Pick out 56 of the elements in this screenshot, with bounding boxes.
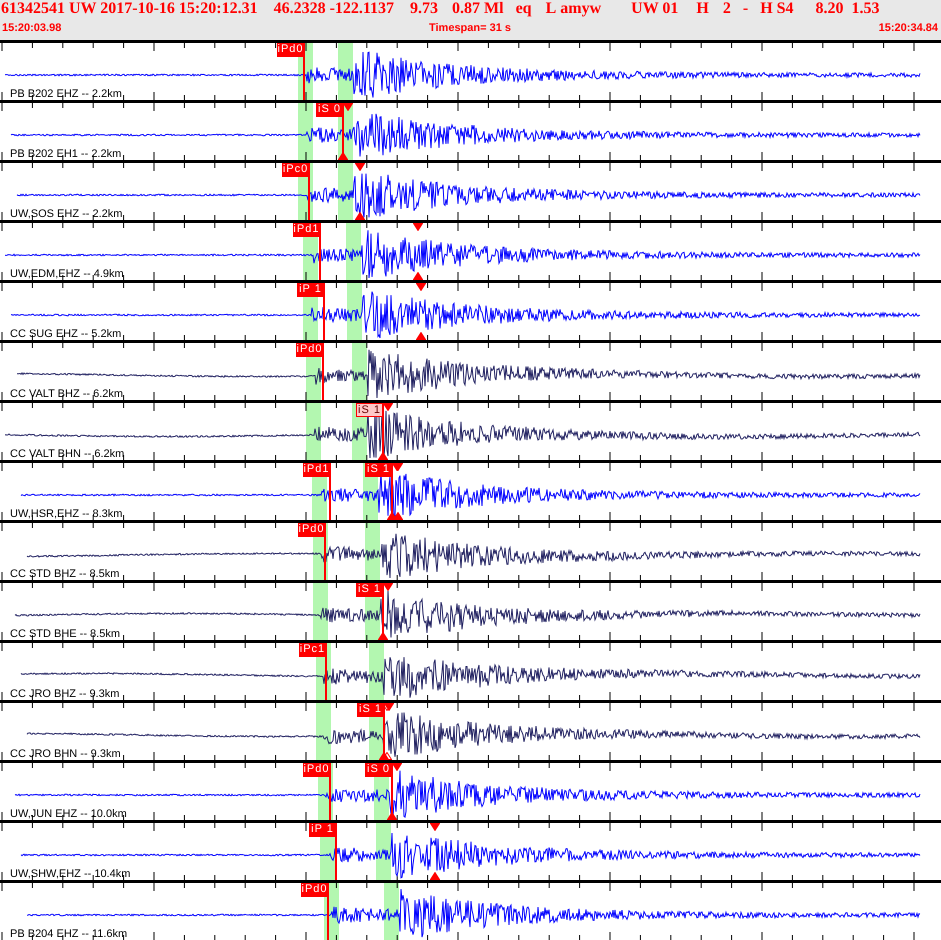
pick-flag[interactable]: iP 1 xyxy=(309,823,336,837)
start-time: 15:20:03.98 xyxy=(2,22,62,34)
timespan: Timespan= 31 s xyxy=(428,22,512,34)
down-triangle-icon xyxy=(382,403,393,411)
pick-flag[interactable]: iPd1 xyxy=(303,463,330,477)
pick-flag[interactable]: iPd0 xyxy=(277,43,304,57)
event-field: H xyxy=(696,0,709,18)
up-triangle-icon xyxy=(416,332,426,340)
pick-flag[interactable]: iPd0 xyxy=(298,523,326,537)
event-field: - xyxy=(742,0,748,18)
trace-label: CC VALT BHZ -- 6.2km xyxy=(10,388,124,400)
trace-label: UW,JUN EHZ -- 10.0km xyxy=(10,808,127,820)
down-triangle-icon xyxy=(392,763,402,771)
trace-label: CC SUG EHZ -- 5.2km xyxy=(10,328,122,340)
event-field: 61342541 UW 2017-10-16 15:20:12.31 xyxy=(1,0,258,18)
trace-label: PB B202 EHZ -- 2.2km xyxy=(10,88,122,100)
up-triangle-icon xyxy=(355,212,366,220)
trace-label: PB B202 EH1 -- 2.2km xyxy=(10,148,122,160)
event-field: H S4 xyxy=(760,0,794,18)
trace-label: PB B204 EHZ -- 11.6km xyxy=(10,928,128,940)
up-triangle-icon xyxy=(338,152,348,160)
trace-label: UW,SOS EHZ -- 2.2km xyxy=(10,208,122,220)
down-triangle-icon xyxy=(382,583,393,591)
pick-flag[interactable]: iPc1 xyxy=(298,643,326,657)
trace-label: CC JRO BHZ -- 9.3km xyxy=(10,688,120,700)
event-field: 8.20 xyxy=(816,0,844,18)
up-triangle-icon xyxy=(387,812,398,820)
trace-label: UW,HSR,EHZ -- 8.3km xyxy=(10,508,122,520)
up-triangle-icon xyxy=(430,872,440,880)
event-field: 46.2328 -122.1137 xyxy=(274,0,394,18)
event-field: amyw xyxy=(560,0,602,18)
trace-label: CC VALT BHN -- 6.2km xyxy=(10,448,124,460)
event-field: 0.87 Ml xyxy=(452,0,504,18)
trace-label: CC JRO BHN -- 9.3km xyxy=(10,748,121,760)
pick-flag[interactable]: iPd0 xyxy=(296,343,324,357)
down-triangle-icon xyxy=(342,103,353,111)
event-field: eq xyxy=(516,0,532,18)
pick-flag[interactable]: iS 1 xyxy=(356,403,383,417)
trace-label: UW,SHW,EHZ -- 10.4km xyxy=(10,868,130,880)
up-triangle-icon xyxy=(378,452,388,460)
pick-flag[interactable]: iP 1 xyxy=(296,283,324,297)
pick-flag[interactable]: iPd1 xyxy=(292,223,320,237)
up-triangle-icon xyxy=(412,272,423,280)
trace-label: CC STD BHZ -- 8.5km xyxy=(10,568,120,580)
up-triangle-icon xyxy=(378,632,388,640)
pick-flag[interactable]: iPd0 xyxy=(301,883,328,897)
end-time: 15:20:34.84 xyxy=(878,22,938,34)
event-field: 9.73 xyxy=(410,0,438,18)
trace-label: CC STD BHE -- 8.5km xyxy=(10,628,120,640)
event-field: 1.53 xyxy=(852,0,880,18)
event-field: UW 01 xyxy=(631,0,678,18)
pick-flag[interactable]: iPd0 xyxy=(303,763,330,777)
event-field: 2 xyxy=(722,0,731,18)
trace-label: UW,EDM,EHZ -- 4.9km xyxy=(10,268,124,280)
event-field: L xyxy=(546,0,556,18)
pick-flag[interactable]: iPc0 xyxy=(282,163,310,177)
